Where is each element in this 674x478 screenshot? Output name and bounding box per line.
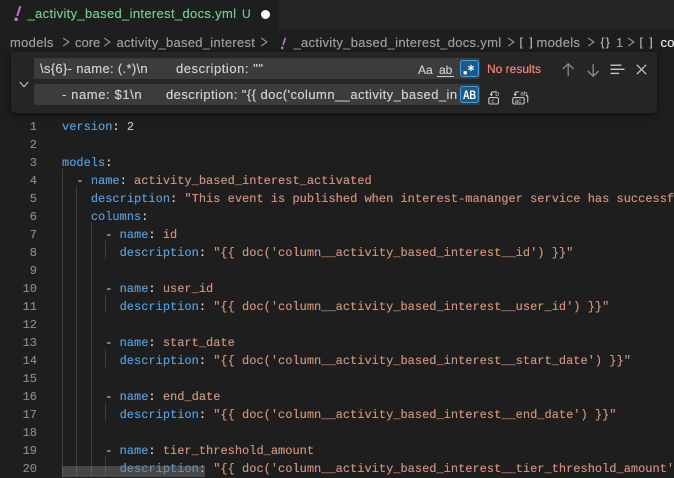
svg-text:ab: ab	[520, 90, 528, 97]
svg-text:b: b	[495, 90, 499, 97]
svg-text:ac: ac	[514, 98, 522, 105]
